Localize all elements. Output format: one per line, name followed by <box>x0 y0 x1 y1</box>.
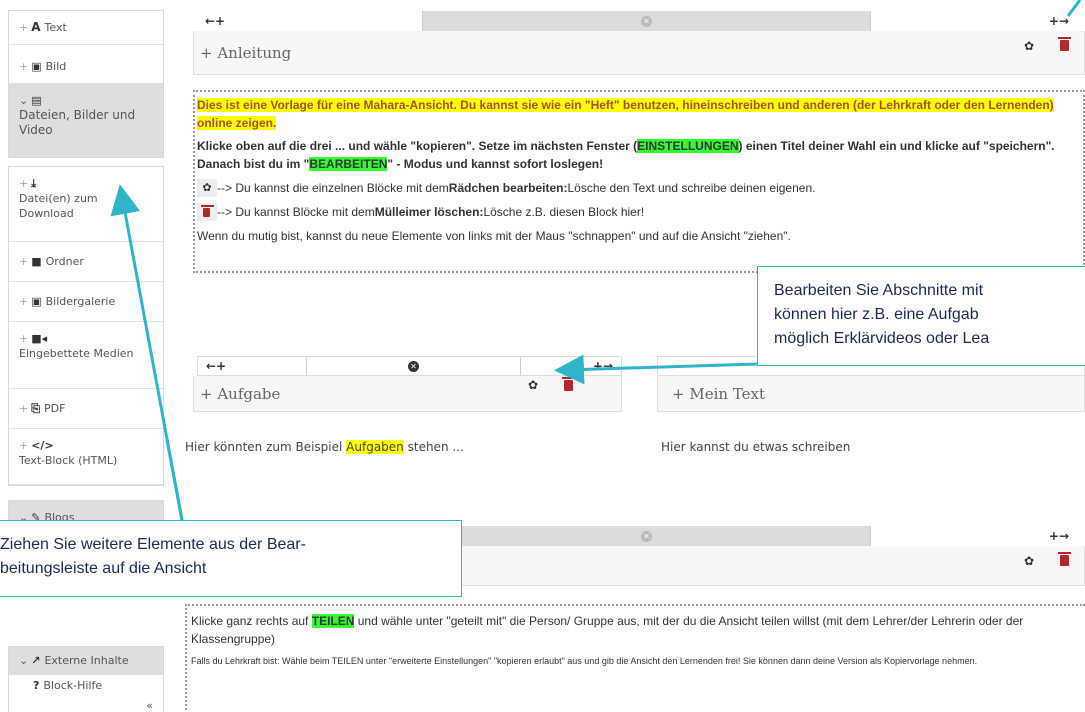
gear-icon[interactable]: ✿ <box>1024 39 1034 53</box>
anleitung-paragraph-drag: Wenn du mutig bist, kannst du neue Eleme… <box>197 229 791 243</box>
text-A-icon: A <box>31 20 41 34</box>
callout-bearbeiten: Bearbeiten Sie Abschnitte mit können hie… <box>757 266 1085 366</box>
pdf-icon: ⎘ <box>31 402 41 415</box>
add-column-right-button[interactable]: +→ <box>871 11 1077 31</box>
sidebar-category-externe[interactable]: ⌄ ↗ Externe Inhalte <box>9 647 163 675</box>
close-circle-icon: ✕ <box>407 360 419 372</box>
sidebar-item-medien[interactable]: + ■◂ Eingebettete Medien <box>9 322 163 389</box>
sidebar-item-bildergalerie[interactable]: + ▣ Bildergalerie <box>9 282 163 322</box>
sidebar-item-download[interactable]: + ⤓ Datei(en) zum Download <box>9 167 163 242</box>
anleitung-content: Dies ist eine Vorlage für eine Mahara-An… <box>193 90 1085 273</box>
anleitung-paragraph-gear: ✿ --> Du kannst die einzelnen Blöcke mit… <box>197 179 1081 197</box>
block-anleitung-header: + Anleitung ✿ <box>193 31 1085 75</box>
close-circle-icon: ✕ <box>641 15 652 27</box>
add-column-right-button[interactable]: +→ <box>871 526 1077 546</box>
block-anleitung-title[interactable]: + Anleitung <box>200 44 291 62</box>
folder-icon: ■ <box>31 255 42 268</box>
block-sidebar: + A Text + ▣ Bild ⌄ ▤ Dateien, Bilder und Vid… <box>8 10 164 712</box>
sidebar-group-externe: ⌄ ↗ Externe Inhalte ? Block-Hilfe « <box>8 646 164 712</box>
row-1-remove-column[interactable]: ✕ <box>423 11 871 31</box>
teilen-paragraph-1: Klicke ganz rechts auf TEILEN und wähle … <box>191 614 1024 646</box>
block-aufgabe-title[interactable]: + Aufgabe <box>200 385 280 403</box>
image-icon: ▣ <box>31 60 42 73</box>
gallery-icon: ▣ <box>31 295 42 308</box>
anleitung-paragraph-kopieren: Klicke oben auf die drei ... und wähle "… <box>197 139 1055 171</box>
add-column-left-button[interactable]: ←+ <box>197 11 423 31</box>
callout-ziehen: Ziehen Sie weitere Elemente aus der Bear… <box>0 520 462 597</box>
block-aufgabe-header: + Aufgabe ✿ <box>193 376 622 412</box>
anleitung-paragraph-trash: --> Du kannst Blöcke mit dem Mülleimer l… <box>197 203 1081 221</box>
trash-icon <box>197 203 217 221</box>
help-icon: ? <box>33 679 40 692</box>
video-camera-icon: ■◂ <box>31 332 48 345</box>
row-1-controls: ←+ ✕ +→ <box>197 11 1077 31</box>
sidebar-item-ordner[interactable]: + ■ Ordner <box>9 242 163 282</box>
code-icon: </> <box>31 439 54 452</box>
sidebar-item-text[interactable]: + A Text <box>9 11 163 45</box>
download-icon: ⤓ <box>31 177 37 190</box>
sidebar-group-files: + ⤓ Datei(en) zum Download + ■ Ordner + ▣ Bil… <box>8 166 164 486</box>
trash-icon[interactable] <box>562 377 575 391</box>
sidebar-item-html[interactable]: + </> Text-Block (HTML) <box>9 429 163 485</box>
block-meintext-header: + Mein Text <box>657 376 1085 412</box>
external-link-icon: ↗ <box>31 654 41 667</box>
trash-icon[interactable] <box>1058 552 1071 566</box>
gear-icon[interactable]: ✿ <box>528 378 538 392</box>
gear-icon[interactable]: ✿ <box>1024 554 1034 568</box>
sidebar-group-basic: + A Text + ▣ Bild ⌄ ▤ Dateien, Bilder und Vid… <box>8 10 164 158</box>
gear-icon: ✿ <box>197 179 217 197</box>
row-2-controls: ←+ ✕ +→ <box>197 356 622 376</box>
teilen-paragraph-2: Falls du Lehrkraft bist: Wähle beim TEIL… <box>191 656 978 666</box>
sidebar-item-bild[interactable]: + ▣ Bild <box>9 45 163 84</box>
aufgabe-content: Hier könnten zum Beispiel Aufgaben stehe… <box>185 440 464 454</box>
row-2-remove-column[interactable]: ✕ <box>306 357 522 375</box>
arrow-to-sidebar-lower <box>165 439 184 521</box>
teilen-content: Klicke ganz rechts auf TEILEN und wähle … <box>185 604 1085 712</box>
add-column-right-button[interactable]: +→ <box>521 357 621 375</box>
film-icon: ▤ <box>31 94 42 107</box>
add-column-left-button[interactable]: ←+ <box>198 357 307 375</box>
block-meintext-title[interactable]: + Mein Text <box>672 385 765 403</box>
anleitung-paragraph-intro: Dies ist eine Vorlage für eine Mahara-An… <box>197 98 1054 130</box>
sidebar-category-dateien[interactable]: ⌄ ▤ Dateien, Bilder und Video <box>9 84 163 157</box>
sidebar-item-blockhilfe[interactable]: ? Block-Hilfe <box>9 675 163 696</box>
row-3-remove-column[interactable]: ✕ <box>423 526 871 546</box>
sidebar-item-pdf[interactable]: + ⎘ PDF <box>9 389 163 429</box>
sidebar-collapse-button[interactable]: « <box>9 696 163 712</box>
meintext-content: Hier kannst du etwas schreiben <box>661 440 851 454</box>
trash-icon[interactable] <box>1058 37 1071 51</box>
close-circle-icon: ✕ <box>641 530 652 542</box>
